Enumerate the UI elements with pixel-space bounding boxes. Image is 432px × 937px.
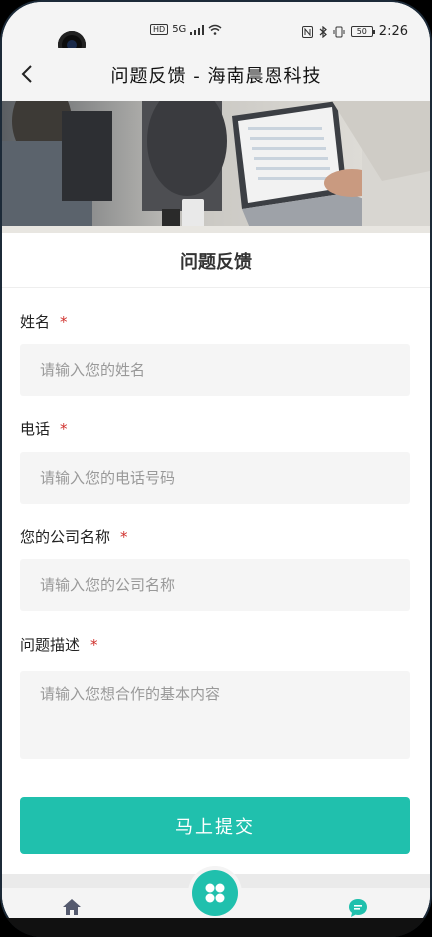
phone-frame: HD 5G 50 2:26 问题反馈 - 海南晨恩科技 问题反馈 姓名 * 请输…	[0, 0, 432, 937]
company-placeholder: 请输入您的公司名称	[40, 576, 176, 594]
phone-label: 电话 *	[20, 418, 68, 439]
name-label-text: 姓名	[20, 313, 51, 331]
company-label-text: 您的公司名称	[20, 528, 111, 546]
status-bar: HD 5G 50 2:26	[2, 2, 430, 59]
company-input[interactable]: 请输入您的公司名称	[20, 559, 410, 611]
required-mark: *	[60, 313, 68, 331]
screen: HD 5G 50 2:26 问题反馈 - 海南晨恩科技 问题反馈 姓名 * 请输…	[2, 2, 430, 935]
company-label: 您的公司名称 *	[20, 526, 128, 547]
status-time: 2:26	[378, 24, 408, 39]
submit-button[interactable]: 马上提交	[20, 797, 410, 854]
name-input[interactable]: 请输入您的姓名	[20, 344, 410, 396]
phone-input[interactable]: 请输入您的电话号码	[20, 452, 410, 504]
description-placeholder: 请输入您想合作的基本内容	[40, 685, 221, 703]
description-textarea[interactable]: 请输入您想合作的基本内容	[20, 671, 410, 759]
description-label: 问题描述 *	[20, 634, 98, 655]
signal-icon	[190, 24, 205, 35]
hd-badge: HD	[150, 24, 169, 35]
required-mark: *	[120, 528, 128, 546]
phone-label-text: 电话	[20, 420, 51, 438]
form-heading: 问题反馈	[2, 234, 430, 288]
page-title: 问题反馈 - 海南晨恩科技	[110, 66, 322, 87]
required-mark: *	[90, 636, 98, 654]
nav-header: 问题反馈 - 海南晨恩科技	[2, 48, 430, 102]
bluetooth-icon	[319, 25, 327, 38]
bottom-bezel	[0, 918, 432, 937]
required-mark: *	[60, 420, 68, 438]
office-laptop-illustration	[2, 101, 430, 233]
nfc-icon	[301, 25, 313, 38]
name-label: 姓名 *	[20, 311, 68, 332]
home-icon[interactable]	[62, 898, 82, 916]
back-arrow-icon[interactable]	[18, 64, 38, 84]
banner-image	[2, 101, 430, 233]
apps-icon	[205, 883, 225, 903]
status-network: HD 5G	[150, 24, 222, 35]
phone-placeholder: 请输入您的电话号码	[40, 469, 176, 487]
wifi-icon	[208, 24, 222, 35]
signal-label: 5G	[172, 24, 187, 35]
description-label-text: 问题描述	[20, 636, 81, 654]
chat-icon[interactable]	[348, 898, 368, 918]
name-placeholder: 请输入您的姓名	[40, 361, 146, 379]
status-right: 50 2:26	[301, 24, 408, 39]
apps-button[interactable]	[192, 870, 238, 916]
battery-icon: 50	[350, 26, 375, 37]
vibrate-icon	[333, 26, 345, 37]
